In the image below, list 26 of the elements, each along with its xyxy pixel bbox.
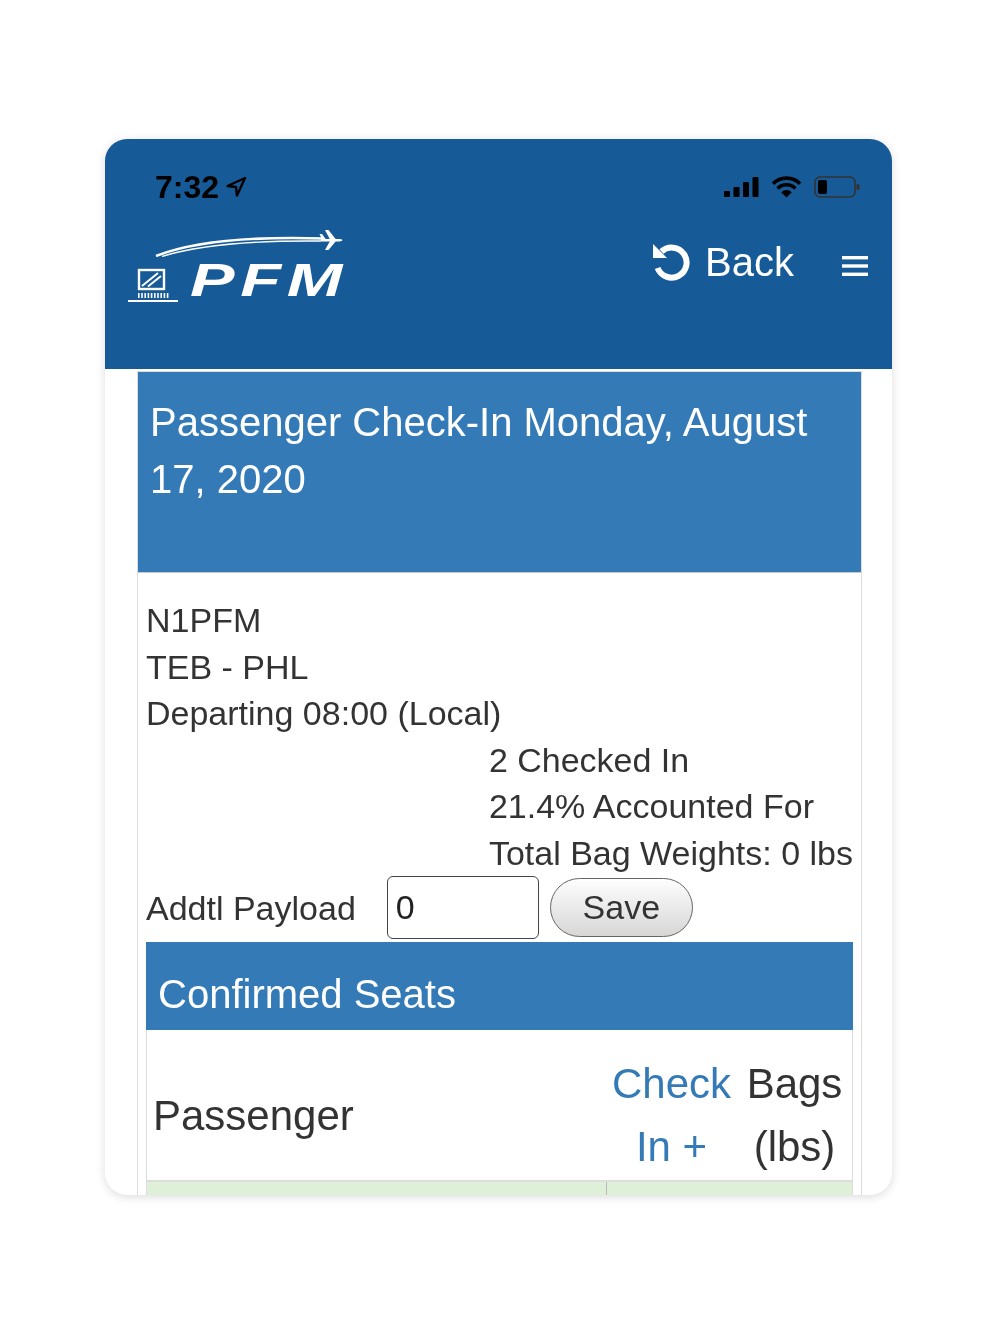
back-button[interactable]: Back [650,239,794,285]
undo-icon [650,241,693,283]
departure-time: Departing 08:00 (Local) [146,693,503,734]
logo-text: PFM [190,257,349,303]
payload-label: Addtl Payload [146,887,356,928]
battery-icon [814,176,860,198]
status-time: 7:32 [155,168,220,207]
plane-arc-icon [155,229,345,257]
signal-icon [724,177,759,197]
page-title: Passenger Check-In Monday, August 17, 2020 [150,399,809,503]
tower-icon [128,267,178,303]
wifi-icon [771,176,802,198]
check-in-link[interactable]: Check In + [609,1052,734,1178]
summary-text: Total Bag Weights: 0 lbs [488,832,853,874]
menu-icon [842,255,868,277]
menu-button[interactable] [842,255,868,277]
payload-input[interactable]: 0 [386,876,539,939]
location-arrow-icon [225,176,248,198]
save-button[interactable]: Save [549,878,693,937]
route-text: TEB - PHL [146,646,310,688]
summary-text: 2 Checked In [488,739,691,781]
column-header: Passenger [153,1090,354,1141]
tail-number: N1PFM [146,600,263,641]
summary-text: 21.4% Accounted For [488,786,815,827]
column-header: Bags (lbs) [745,1059,844,1172]
section-header: Confirmed Seats [146,942,853,1030]
